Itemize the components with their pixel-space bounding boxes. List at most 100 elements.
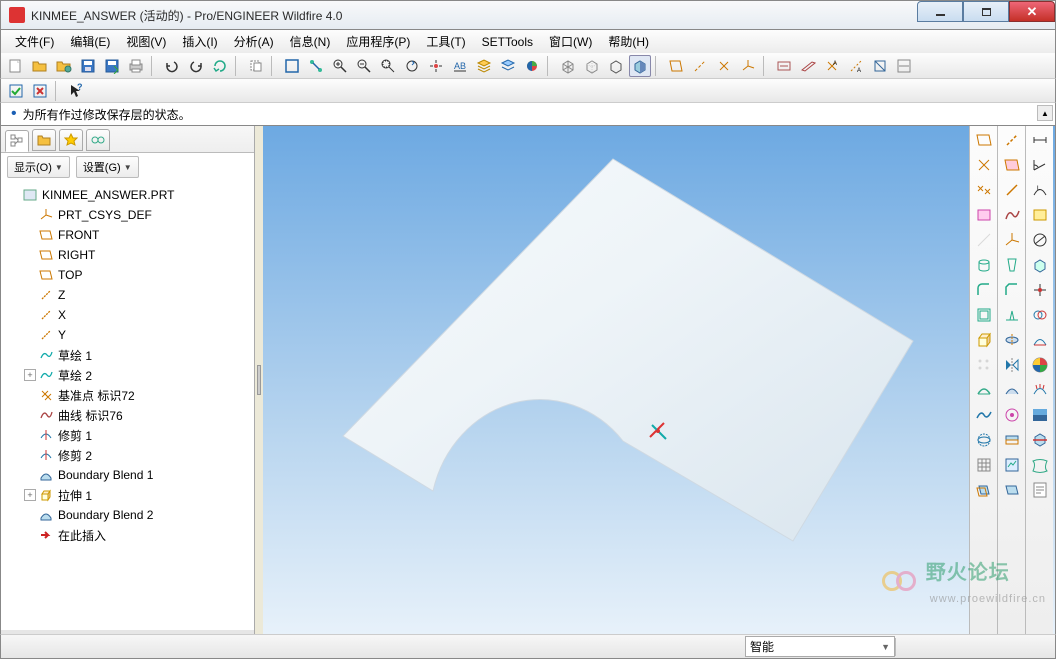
datum-tag-button[interactable]: A	[821, 55, 843, 77]
mirror-tool[interactable]	[1000, 353, 1024, 377]
spin-center-button[interactable]	[425, 55, 447, 77]
undo-button[interactable]	[161, 55, 183, 77]
minimize-button[interactable]	[917, 1, 963, 22]
set-workdir-button[interactable]	[53, 55, 75, 77]
publish-tool[interactable]	[1000, 453, 1024, 477]
analysis-report[interactable]	[1028, 478, 1052, 502]
datum-axis-button[interactable]	[689, 55, 711, 77]
shell-tool[interactable]	[972, 303, 996, 327]
save-button[interactable]	[77, 55, 99, 77]
rib-tool[interactable]	[1000, 303, 1024, 327]
csys-tool[interactable]	[1000, 228, 1024, 252]
tab-model-tree[interactable]	[5, 130, 29, 152]
annotation-button[interactable]	[773, 55, 795, 77]
tab-favorites[interactable]	[59, 129, 83, 151]
settings-dropdown[interactable]: 设置(G)▼	[76, 156, 139, 178]
tree-item[interactable]: TOP	[4, 265, 254, 285]
layers-button[interactable]	[473, 55, 495, 77]
revolve-tool[interactable]	[1000, 328, 1024, 352]
chamfer-tool[interactable]	[1000, 278, 1024, 302]
accept-button[interactable]	[5, 80, 27, 102]
menu-analysis[interactable]: 分析(A)	[226, 31, 282, 52]
tree-item[interactable]: 曲线 标识76	[4, 405, 254, 425]
show-dropdown[interactable]: 显示(O)▼	[7, 156, 70, 178]
plane-tool[interactable]	[972, 128, 996, 152]
misc3[interactable]	[893, 55, 915, 77]
menu-insert[interactable]: 插入(I)	[174, 31, 225, 52]
analysis-shade[interactable]	[1028, 403, 1052, 427]
tree-item[interactable]: Y	[4, 325, 254, 345]
measure-area[interactable]	[1028, 203, 1052, 227]
zoom-in-button[interactable]	[329, 55, 351, 77]
tree-item[interactable]: 草绘 1	[4, 345, 254, 365]
tree-item[interactable]: KINMEE_ANSWER.PRT	[4, 185, 254, 205]
tree-item[interactable]: Boundary Blend 1	[4, 465, 254, 485]
datum-plane-button[interactable]	[665, 55, 687, 77]
draft-tool[interactable]	[1000, 253, 1024, 277]
curve-tool[interactable]	[1000, 203, 1024, 227]
menu-tools[interactable]: 工具(T)	[418, 31, 473, 52]
grid-tool[interactable]	[972, 453, 996, 477]
tab-connections[interactable]	[86, 129, 110, 151]
measure-diameter[interactable]	[1028, 228, 1052, 252]
model-tree[interactable]: KINMEE_ANSWER.PRTPRT_CSYS_DEFFRONTRIGHTT…	[1, 181, 254, 634]
tree-item[interactable]: 基准点 标识72	[4, 385, 254, 405]
menu-help[interactable]: 帮助(H)	[600, 31, 657, 52]
menu-info[interactable]: 信息(N)	[282, 31, 339, 52]
analysis-section[interactable]	[1028, 428, 1052, 452]
display-wireframe-button[interactable]	[557, 55, 579, 77]
selection-filter[interactable]: 智能▼	[745, 636, 895, 657]
draft-check[interactable]	[1028, 328, 1052, 352]
datum-csys-button[interactable]	[737, 55, 759, 77]
point-x-tool[interactable]	[972, 153, 996, 177]
tree-item[interactable]: RIGHT	[4, 245, 254, 265]
select-chain-button[interactable]	[305, 55, 327, 77]
misc2[interactable]	[869, 55, 891, 77]
rect-tool[interactable]	[972, 203, 996, 227]
tree-item[interactable]: Z	[4, 285, 254, 305]
blend-tool[interactable]	[972, 403, 996, 427]
datum-plane-tool-button[interactable]	[797, 55, 819, 77]
tree-item[interactable]: Boundary Blend 2	[4, 505, 254, 525]
tree-item[interactable]: PRT_CSYS_DEF	[4, 205, 254, 225]
menu-view[interactable]: 视图(V)	[118, 31, 174, 52]
tree-item[interactable]: 在此插入	[4, 525, 254, 545]
analysis-surface[interactable]	[1028, 453, 1052, 477]
new-button[interactable]	[5, 55, 27, 77]
zoom-out-button[interactable]	[353, 55, 375, 77]
palette-color[interactable]	[1028, 353, 1052, 377]
style-tool[interactable]	[1000, 403, 1024, 427]
cancel-feat-button[interactable]	[29, 80, 51, 102]
named-views-button[interactable]: AB	[449, 55, 471, 77]
tree-item[interactable]: X	[4, 305, 254, 325]
analysis-curvature[interactable]	[1028, 378, 1052, 402]
measure-transform[interactable]	[1028, 278, 1052, 302]
datum-point-button[interactable]	[713, 55, 735, 77]
menu-edit[interactable]: 编辑(E)	[62, 31, 118, 52]
appearance-button[interactable]	[521, 55, 543, 77]
tree-item[interactable]: +草绘 2	[4, 365, 254, 385]
open-button[interactable]	[29, 55, 51, 77]
global-interference[interactable]	[1028, 303, 1052, 327]
display-nohidden-button[interactable]	[605, 55, 627, 77]
measure-angle[interactable]	[1028, 153, 1052, 177]
close-button[interactable]: ✕	[1009, 1, 1055, 22]
axis-tool2[interactable]	[1000, 178, 1024, 202]
menu-file[interactable]: 文件(F)	[7, 31, 62, 52]
maximize-button[interactable]	[963, 1, 1009, 22]
measure-dist[interactable]	[1028, 128, 1052, 152]
extrude-tool[interactable]	[972, 328, 996, 352]
copy-button[interactable]	[245, 55, 267, 77]
regen-button[interactable]	[209, 55, 231, 77]
tree-item[interactable]: FRONT	[4, 225, 254, 245]
display-shaded-button[interactable]	[629, 55, 651, 77]
misc1[interactable]: A	[845, 55, 867, 77]
menu-settools[interactable]: SETTools	[474, 33, 541, 51]
tab-folder[interactable]	[32, 129, 56, 151]
offset-srf-tool[interactable]	[972, 478, 996, 502]
plane-tool2[interactable]	[1000, 153, 1024, 177]
aux-axis-tool[interactable]	[1000, 128, 1024, 152]
print-button[interactable]	[125, 55, 147, 77]
srf-copy-tool[interactable]	[1000, 478, 1024, 502]
display-hidden-button[interactable]	[581, 55, 603, 77]
